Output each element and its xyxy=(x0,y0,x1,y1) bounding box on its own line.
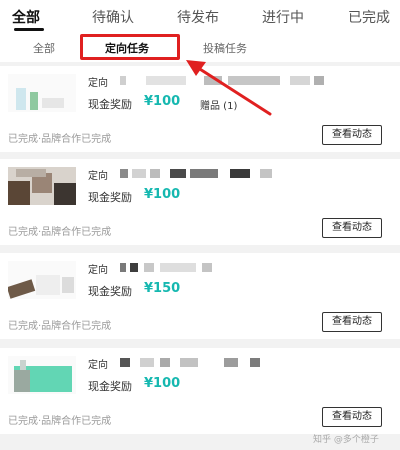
watermark: 知乎 @多个橙子 xyxy=(313,435,379,445)
annotation-arrow-icon xyxy=(186,60,272,116)
